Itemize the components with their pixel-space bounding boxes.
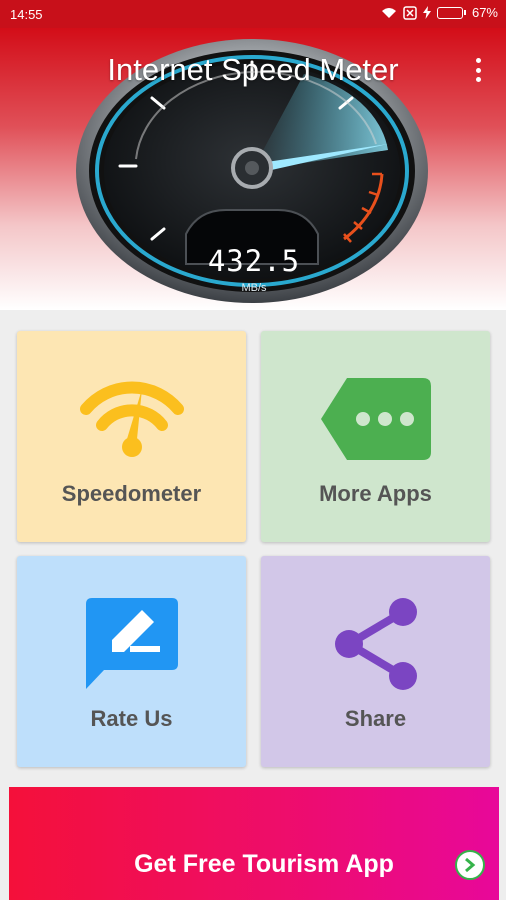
banner-label: Get Free Tourism App	[134, 850, 394, 878]
share-icon	[334, 598, 417, 690]
more-apps-label: More Apps	[319, 481, 432, 506]
rate-us-tile[interactable]: Rate Us	[17, 556, 246, 767]
speedometer-wifi-icon	[79, 381, 184, 457]
header: Internet Speed Meter 432.5 MB/s	[0, 28, 506, 310]
sim-off-icon	[403, 5, 417, 20]
tourism-app-banner[interactable]: Get Free Tourism App	[9, 787, 499, 900]
speedometer-tile[interactable]: Speedometer	[17, 331, 246, 542]
status-time: 14:55	[10, 7, 43, 22]
battery-icon	[436, 6, 466, 19]
share-tile[interactable]: Share	[261, 556, 490, 767]
overflow-menu-icon[interactable]	[470, 56, 486, 84]
rate-us-label: Rate Us	[90, 706, 173, 731]
speed-readout: 432.5	[207, 244, 301, 278]
battery-percent: 67%	[471, 5, 498, 20]
wifi-icon	[381, 7, 396, 18]
speed-unit: MB/s	[241, 282, 267, 294]
charging-icon	[422, 6, 431, 19]
status-icons: 67%	[381, 5, 498, 20]
speedometer-label: Speedometer	[61, 481, 202, 506]
rate-pencil-icon	[85, 598, 178, 689]
chevron-right-circle-icon[interactable]	[455, 850, 485, 880]
share-label: Share	[344, 706, 407, 731]
more-apps-tag-icon	[320, 378, 431, 460]
status-bar: 14:55 67%	[0, 0, 506, 28]
more-apps-tile[interactable]: More Apps	[261, 331, 490, 542]
app-title: Internet Speed Meter	[107, 52, 399, 87]
